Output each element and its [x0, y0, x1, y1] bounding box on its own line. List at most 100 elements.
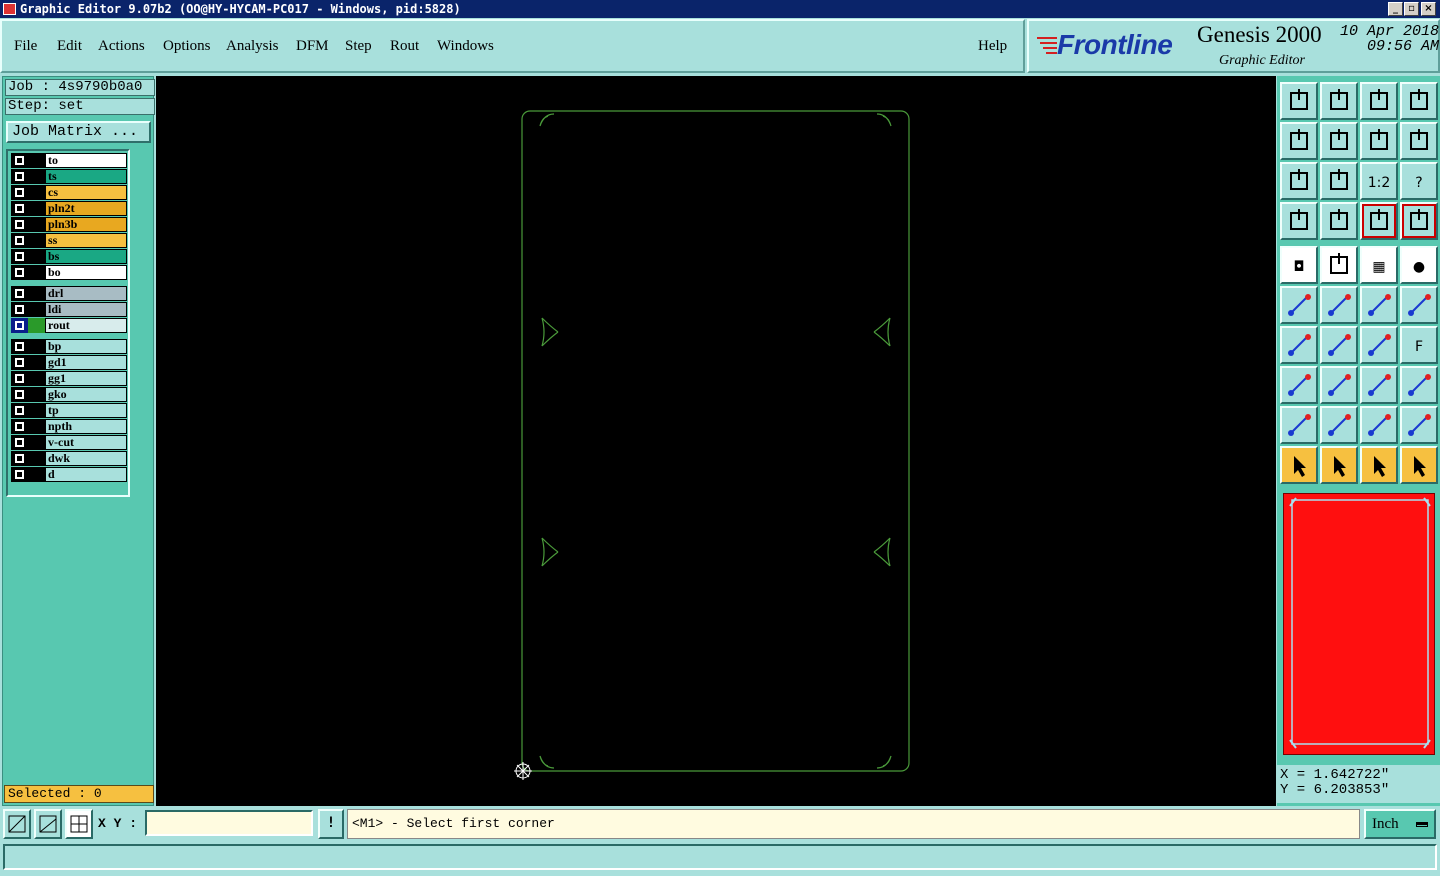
layer-color-swatch[interactable]	[28, 403, 45, 418]
window-split-button[interactable]	[1400, 82, 1438, 120]
layer-row-v-cut[interactable]: v-cut	[10, 435, 127, 450]
layer-color-swatch[interactable]	[28, 286, 45, 301]
triangle-tool-button[interactable]	[1280, 406, 1318, 444]
menu-actions[interactable]: Actions	[98, 38, 145, 55]
minimize-button[interactable]: _	[1388, 2, 1403, 16]
layer-checkbox[interactable]	[11, 169, 28, 184]
layer-row-bo[interactable]: bo	[10, 265, 127, 280]
layer-color-swatch[interactable]	[28, 371, 45, 386]
layer-row-d[interactable]: d	[10, 467, 127, 482]
layer-row-ss[interactable]: ss	[10, 233, 127, 248]
layer-row-dwk[interactable]: dwk	[10, 451, 127, 466]
layer-row-gko[interactable]: gko	[10, 387, 127, 402]
layer-checkbox[interactable]	[11, 371, 28, 386]
layer-row-ldi[interactable]: ldi	[10, 302, 127, 317]
layer-color-swatch[interactable]	[28, 185, 45, 200]
redraw-button[interactable]	[1400, 122, 1438, 160]
ruler-button[interactable]: ▦	[1360, 246, 1398, 284]
arch-tool-button[interactable]	[1320, 406, 1358, 444]
move-point-button[interactable]	[1360, 286, 1398, 324]
layer-row-gd1[interactable]: gd1	[10, 355, 127, 370]
layer-checkbox[interactable]	[11, 153, 28, 168]
menu-options[interactable]: Options	[163, 38, 211, 55]
arch-up-button[interactable]	[1360, 406, 1398, 444]
overview-preview[interactable]	[1283, 493, 1435, 755]
close-step-button[interactable]	[1320, 82, 1358, 120]
dot-tool-button[interactable]: ●	[1400, 246, 1438, 284]
line-segment-button[interactable]	[1320, 366, 1358, 404]
select-path-button[interactable]	[1400, 446, 1438, 484]
menu-rout[interactable]: Rout	[390, 38, 419, 55]
layer-row-pln3b[interactable]: pln3b	[10, 217, 127, 232]
layer-color-swatch[interactable]	[28, 153, 45, 168]
layer-name[interactable]: bp	[45, 339, 127, 354]
layer-color-swatch[interactable]	[28, 339, 45, 354]
layer-color-swatch[interactable]	[28, 249, 45, 264]
snap-tool-button[interactable]	[1320, 202, 1358, 240]
menu-edit[interactable]: Edit	[57, 38, 82, 55]
layer-row-pln2t[interactable]: pln2t	[10, 201, 127, 216]
layer-name[interactable]: rout	[45, 318, 127, 333]
undo-view-button[interactable]	[1360, 122, 1398, 160]
layer-checkbox[interactable]	[11, 286, 28, 301]
layer-checkbox[interactable]	[11, 435, 28, 450]
layer-name[interactable]: d	[45, 467, 127, 482]
menu-windows[interactable]: Windows	[437, 38, 494, 55]
layer-row-rout[interactable]: rout	[10, 318, 127, 333]
layer-compare-alt-button[interactable]	[1400, 202, 1438, 240]
layer-name[interactable]: tp	[45, 403, 127, 418]
layer-name[interactable]: gko	[45, 387, 127, 402]
angle-tool-button[interactable]	[1280, 326, 1318, 364]
add-point-button[interactable]	[1400, 286, 1438, 324]
layer-color-swatch[interactable]	[28, 467, 45, 482]
layer-row-bs[interactable]: bs	[10, 249, 127, 264]
layer-name[interactable]: npth	[45, 419, 127, 434]
shape-tool-button[interactable]	[1320, 246, 1358, 284]
layer-name[interactable]: gd1	[45, 355, 127, 370]
layer-checkbox[interactable]	[11, 265, 28, 280]
layer-color-swatch[interactable]	[28, 169, 45, 184]
layer-checkbox[interactable]	[11, 403, 28, 418]
line-tool-button[interactable]	[1320, 326, 1358, 364]
layer-checkbox[interactable]	[11, 339, 28, 354]
layer-checkbox[interactable]	[11, 302, 28, 317]
layer-name[interactable]: ts	[45, 169, 127, 184]
layer-row-tp[interactable]: tp	[10, 403, 127, 418]
layer-color-swatch[interactable]	[28, 318, 45, 333]
layer-name[interactable]: bs	[45, 249, 127, 264]
layer-checkbox[interactable]	[11, 185, 28, 200]
menu-help[interactable]: Help	[978, 38, 1007, 55]
layer-checkbox[interactable]	[11, 201, 28, 216]
display-options-button[interactable]	[1280, 202, 1318, 240]
layer-name[interactable]: gg1	[45, 371, 127, 386]
layer-row-bp[interactable]: bp	[10, 339, 127, 354]
layer-checkbox[interactable]	[11, 233, 28, 248]
layer-row-ts[interactable]: ts	[10, 169, 127, 184]
menu-dfm[interactable]: DFM	[296, 38, 329, 55]
angle-mode-button[interactable]	[34, 809, 62, 839]
layer-checkbox[interactable]	[11, 249, 28, 264]
layer-checkbox[interactable]	[11, 467, 28, 482]
layer-row-to[interactable]: to	[10, 153, 127, 168]
layer-checkbox[interactable]	[11, 419, 28, 434]
layer-color-swatch[interactable]	[28, 302, 45, 317]
layer-color-swatch[interactable]	[28, 265, 45, 280]
measure-tool-button[interactable]	[1360, 366, 1398, 404]
xy-input[interactable]	[145, 810, 313, 836]
layer-name[interactable]: pln3b	[45, 217, 127, 232]
feature-tool-button[interactable]	[1280, 366, 1318, 404]
grid-mode-button[interactable]	[65, 809, 93, 839]
home-button[interactable]	[1360, 82, 1398, 120]
close-button[interactable]: ×	[1421, 2, 1436, 16]
layer-name[interactable]: dwk	[45, 451, 127, 466]
zoom-next-button[interactable]	[1320, 122, 1358, 160]
menu-step[interactable]: Step	[345, 38, 372, 55]
job-matrix-button[interactable]: Job Matrix ...	[6, 121, 151, 143]
menu-analysis[interactable]: Analysis	[226, 38, 279, 55]
layer-color-swatch[interactable]	[28, 355, 45, 370]
zoom-prev-button[interactable]	[1280, 122, 1318, 160]
arch-measure-button[interactable]	[1400, 406, 1438, 444]
arc-tool-button[interactable]	[1360, 326, 1398, 364]
layer-name[interactable]: ss	[45, 233, 127, 248]
fit-screen-button[interactable]	[1280, 162, 1318, 200]
